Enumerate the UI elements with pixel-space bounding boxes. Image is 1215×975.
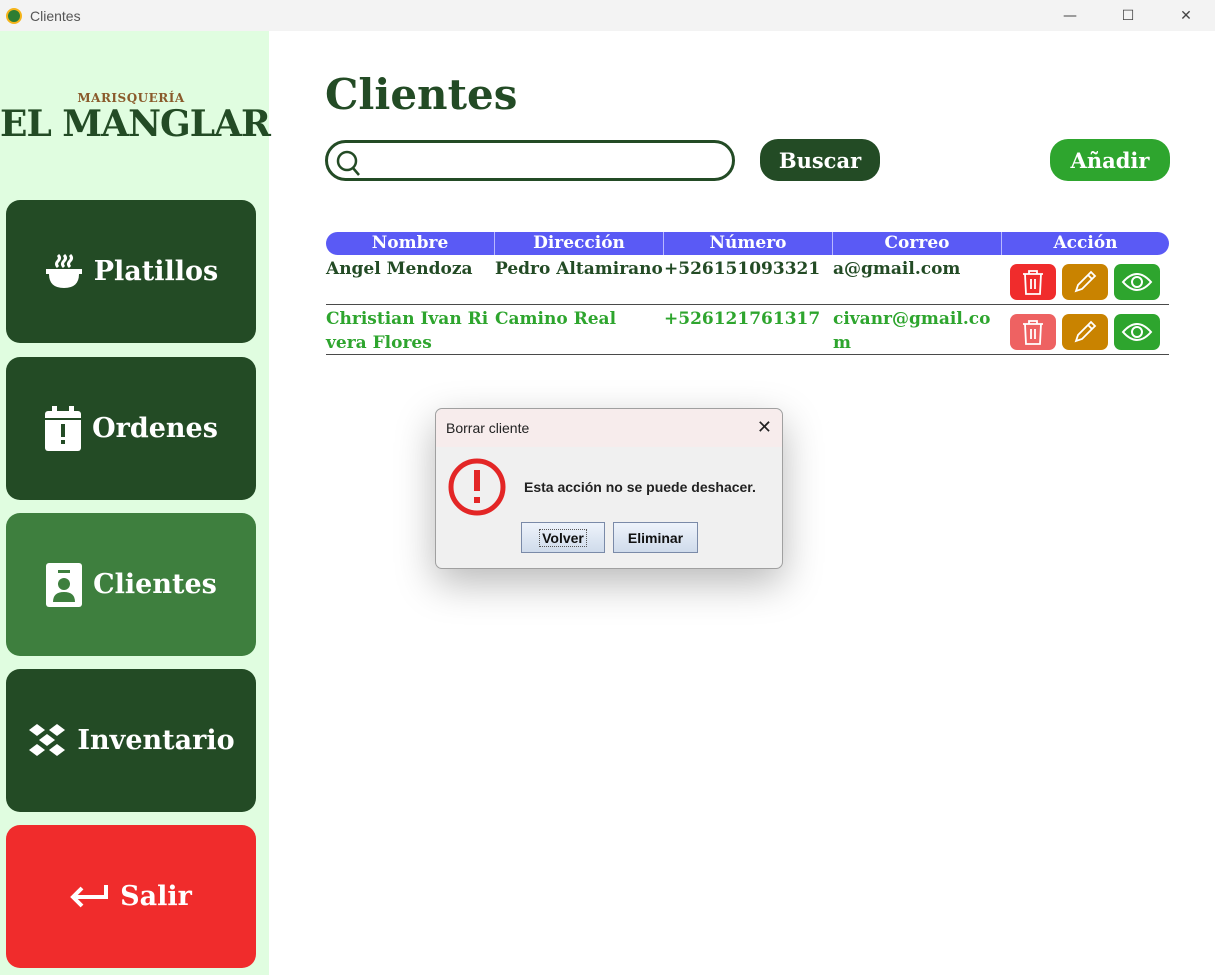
logo-title: EL MANGLAR xyxy=(0,103,271,145)
cell-correo: civanr@gmail.com xyxy=(833,309,991,353)
contact-icon xyxy=(45,562,83,608)
table-row: Angel Mendoza Pedro Altamirano +52615109… xyxy=(326,255,1169,305)
page-title: Clientes xyxy=(325,70,518,119)
eye-icon xyxy=(1121,273,1153,291)
column-header-numero: Número xyxy=(664,232,833,255)
app-tree-icon xyxy=(6,7,22,24)
window-controls: — ☐ ✕ xyxy=(1041,0,1215,31)
trash-icon xyxy=(1023,270,1043,295)
clients-table: Nombre Dirección Número Correo Acción An… xyxy=(326,232,1169,355)
return-arrow-icon xyxy=(70,883,110,911)
delete-confirm-dialog: Borrar cliente ✕ Esta acción no se puede… xyxy=(435,408,783,569)
eye-icon xyxy=(1121,323,1153,341)
edit-button[interactable] xyxy=(1062,314,1108,350)
sidebar-item-salir[interactable]: Salir xyxy=(6,825,256,968)
maximize-button[interactable]: ☐ xyxy=(1099,0,1157,31)
cell-numero: +526121761317 xyxy=(664,309,821,329)
volver-label: Volver xyxy=(539,528,587,547)
sidebar-item-label: Clientes xyxy=(93,569,217,600)
anadir-button[interactable]: Añadir xyxy=(1050,139,1170,181)
buscar-button[interactable]: Buscar xyxy=(760,139,880,181)
table-row: Christian Ivan Rivera Flores Camino Real… xyxy=(326,305,1169,355)
sidebar-item-label: Platillos xyxy=(93,256,219,287)
cell-direccion: Camino Real xyxy=(495,309,617,329)
column-header-nombre: Nombre xyxy=(326,232,495,255)
boxes-icon xyxy=(27,722,67,760)
pencil-icon xyxy=(1074,320,1097,343)
cell-nombre: Christian Ivan Rivera Flores xyxy=(326,309,489,353)
row-actions xyxy=(1002,255,1169,304)
column-header-accion: Acción xyxy=(1053,233,1118,253)
search-box xyxy=(325,140,735,181)
edit-button[interactable] xyxy=(1062,264,1108,300)
search-input[interactable] xyxy=(364,147,724,175)
sidebar-item-platillos[interactable]: Platillos xyxy=(6,200,256,343)
minimize-button[interactable]: — xyxy=(1041,0,1099,31)
dialog-close-button[interactable]: ✕ xyxy=(757,417,772,438)
window-title: Clientes xyxy=(30,7,81,24)
cell-nombre: Angel Mendoza xyxy=(326,259,473,279)
dialog-titlebar: Borrar cliente ✕ xyxy=(436,409,782,447)
column-header-direccion: Dirección xyxy=(495,232,664,255)
sidebar-item-ordenes[interactable]: Ordenes xyxy=(6,357,256,500)
window-titlebar: Clientes — ☐ ✕ xyxy=(0,0,1215,31)
dialog-title: Borrar cliente xyxy=(446,420,530,436)
view-button[interactable] xyxy=(1114,314,1160,350)
sidebar-item-label: Inventario xyxy=(77,725,235,756)
sidebar-item-inventario[interactable]: Inventario xyxy=(6,669,256,812)
trash-icon xyxy=(1023,320,1043,345)
eliminar-button[interactable]: Eliminar xyxy=(613,522,698,553)
calendar-icon xyxy=(44,405,82,452)
table-header: Nombre Dirección Número Correo Acción xyxy=(326,232,1169,255)
error-icon xyxy=(447,457,507,522)
dialog-message: Esta acción no se puede deshacer. xyxy=(524,479,756,495)
sidebar-item-label: Ordenes xyxy=(92,413,218,444)
bowl-icon xyxy=(44,252,84,292)
sidebar: MARISQUERÍA EL MANGLAR Platillos Ordenes… xyxy=(0,31,271,975)
delete-button[interactable] xyxy=(1010,264,1056,300)
row-actions xyxy=(1002,305,1169,354)
cell-direccion: Pedro Altamirano xyxy=(495,259,663,279)
cell-correo: a@gmail.com xyxy=(833,259,961,279)
column-header-correo: Correo xyxy=(833,232,1002,255)
sidebar-item-clientes[interactable]: Clientes xyxy=(6,513,256,656)
cell-numero: +526151093321 xyxy=(664,259,821,279)
view-button[interactable] xyxy=(1114,264,1160,300)
close-window-button[interactable]: ✕ xyxy=(1157,0,1215,31)
delete-button[interactable] xyxy=(1010,314,1056,350)
volver-button[interactable]: Volver xyxy=(521,522,605,553)
sidebar-item-label: Salir xyxy=(120,881,192,912)
pencil-icon xyxy=(1074,270,1097,293)
